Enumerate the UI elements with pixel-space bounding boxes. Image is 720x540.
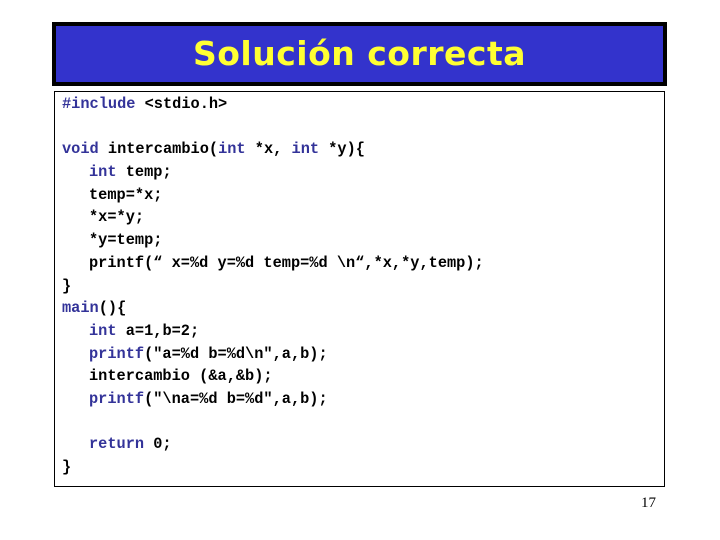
code-text: intercambio(	[98, 140, 219, 159]
code-text: }	[62, 276, 72, 295]
code-text: ("a=%d b=%d\n",a,b);	[144, 344, 328, 363]
code-text: <stdio.h>	[135, 95, 228, 113]
code-keyword: printf	[89, 389, 145, 408]
code-listing-box: #include <stdio.h> void intercambio(int …	[54, 91, 665, 487]
code-text: *y=temp;	[89, 231, 163, 250]
code-line: main(){	[62, 297, 484, 320]
slide-title: Solución correcta	[192, 33, 527, 73]
code-text: temp;	[116, 163, 172, 182]
code-line: }	[62, 275, 484, 298]
code-keyword: int	[218, 140, 246, 159]
code-text: (){	[98, 299, 127, 318]
code-keyword: #include	[62, 95, 136, 113]
code-text: *y){	[319, 140, 365, 159]
code-text: }	[62, 458, 72, 476]
code-keyword: return	[89, 435, 145, 454]
code-line: }	[62, 456, 484, 479]
code-keyword: main	[62, 299, 99, 318]
code-line: intercambio (&a,&b);	[62, 365, 484, 388]
code-keyword: printf	[89, 344, 145, 363]
code-line: *y=temp;	[62, 229, 484, 252]
code-listing: #include <stdio.h> void intercambio(int …	[62, 93, 484, 479]
code-text: 0;	[144, 435, 172, 454]
code-line: printf("a=%d b=%d\n",a,b);	[62, 343, 484, 366]
code-line: printf("\na=%d b=%d",a,b);	[62, 388, 484, 411]
code-line: int temp;	[62, 161, 484, 184]
code-line: *x=*y;	[62, 206, 484, 229]
page-number: 17	[641, 495, 656, 511]
code-text: *x,	[245, 140, 292, 159]
code-line: printf(“ x=%d y=%d temp=%d \n“,*x,*y,tem…	[62, 252, 484, 275]
code-text: ("\na=%d b=%d",a,b);	[144, 389, 328, 408]
code-keyword: int	[89, 321, 117, 340]
code-keyword: int	[291, 140, 320, 159]
slide-title-banner: Solución correcta	[52, 22, 667, 86]
code-text: intercambio (&a,&b);	[89, 367, 273, 386]
code-text: a=1,b=2;	[116, 321, 200, 340]
code-line: void intercambio(int *x, int *y){	[62, 138, 484, 161]
code-text: printf(“ x=%d y=%d temp=%d \n“,*x,*y,tem…	[89, 253, 484, 272]
code-text: *x=*y;	[89, 208, 145, 227]
code-line: return 0;	[62, 433, 484, 456]
code-keyword: int	[89, 163, 117, 182]
code-line: int a=1,b=2;	[62, 320, 484, 343]
code-line: temp=*x;	[62, 184, 484, 207]
code-keyword: void	[62, 140, 99, 159]
code-line: #include <stdio.h>	[62, 93, 484, 116]
code-text: temp=*x;	[89, 185, 163, 204]
